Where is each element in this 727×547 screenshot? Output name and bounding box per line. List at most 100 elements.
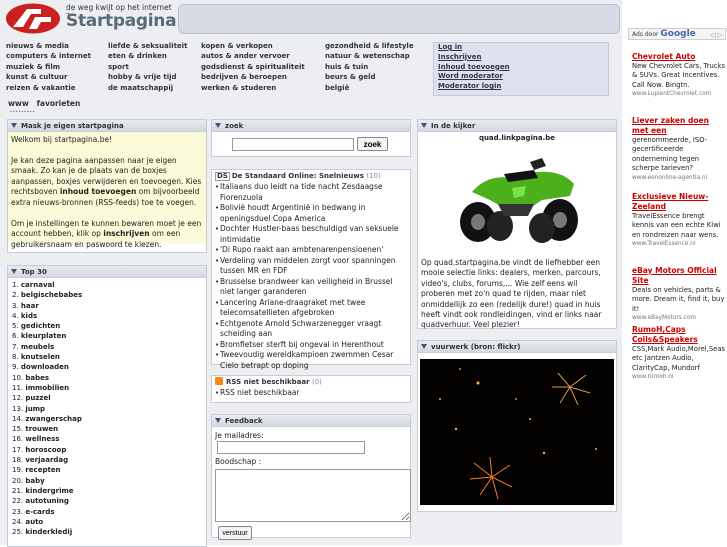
top30-link[interactable]: recepten: [25, 466, 60, 474]
news-item[interactable]: Dochter Hustler-baas beschuldigd van sek…: [215, 224, 406, 245]
ad-title[interactable]: Exclusieve Nieuw-Zeeland: [632, 192, 726, 212]
ad-title[interactable]: Liever zaken doen met een: [632, 116, 726, 136]
register-link[interactable]: Inschrijven: [434, 53, 608, 63]
category-link[interactable]: computers & internet: [6, 51, 91, 61]
top30-link[interactable]: baby: [25, 477, 44, 485]
category-link[interactable]: liefde & seksualiteit: [108, 41, 187, 51]
top30-link[interactable]: gedichten: [21, 322, 60, 330]
spotlight-subtitle[interactable]: quad.linkpagina.be: [418, 134, 616, 142]
top30-link[interactable]: meubels: [21, 343, 54, 351]
login-link[interactable]: Log in: [434, 43, 608, 53]
top30-link[interactable]: kids: [21, 312, 37, 320]
ad-title[interactable]: eBay Motors Official Site: [632, 266, 726, 286]
top30-item[interactable]: 3. haar: [12, 301, 206, 311]
ad-title[interactable]: Chevrolet Auto: [632, 52, 726, 62]
top30-link[interactable]: kinderkledij: [25, 528, 72, 536]
top30-link[interactable]: horoscoop: [25, 446, 66, 454]
add-content-link[interactable]: Inhoud toevoegen: [434, 63, 608, 73]
google-logo[interactable]: Google: [660, 29, 695, 39]
ad-item[interactable]: RumoH,Caps Coils&Speakers CSS,Mark Audio…: [632, 325, 726, 382]
top30-link[interactable]: belgischebabes: [21, 291, 82, 299]
news-item[interactable]: Italiaans duo leidt na tide nacht Zesdaa…: [215, 182, 406, 203]
top30-item[interactable]: 8. knutselen: [12, 352, 206, 362]
top30-item[interactable]: 20. baby: [12, 476, 206, 486]
top30-link[interactable]: zwangerschap: [25, 415, 82, 423]
search-button[interactable]: zoek: [357, 137, 388, 151]
category-link[interactable]: gezondheid & lifestyle: [325, 41, 414, 51]
collapse-icon[interactable]: [421, 123, 427, 128]
category-link[interactable]: de maatschappij: [108, 83, 187, 93]
ad-url[interactable]: www.TravelEssence.nl: [632, 240, 726, 249]
ad-item[interactable]: eBay Motors Official Site Deals on vehic…: [632, 266, 726, 323]
category-link[interactable]: bedrijven & beroepen: [201, 72, 305, 82]
top30-link[interactable]: verjaardag: [25, 456, 68, 464]
category-link[interactable]: godsdienst & spiritualiteit: [201, 62, 305, 72]
top30-link[interactable]: babes: [25, 374, 49, 382]
category-link[interactable]: huis & tuin: [325, 62, 414, 72]
top30-link[interactable]: haar: [21, 302, 39, 310]
category-link[interactable]: eten & drinken: [108, 51, 187, 61]
ad-url[interactable]: www.eenonline-agentia.nl: [632, 174, 726, 183]
panel-header[interactable]: Feedback: [212, 415, 410, 427]
top30-item[interactable]: 9. downloaden: [12, 362, 206, 372]
top30-item[interactable]: 19. recepten: [12, 465, 206, 475]
top30-link[interactable]: autotuning: [25, 497, 69, 505]
panel-header[interactable]: Top 30: [8, 266, 206, 278]
search-input[interactable]: [232, 137, 354, 151]
category-link[interactable]: kopen & verkopen: [201, 41, 305, 51]
quad-image[interactable]: [442, 144, 592, 252]
top30-link[interactable]: downloaden: [21, 363, 69, 371]
top30-link[interactable]: carnaval: [21, 281, 55, 289]
news-item[interactable]: Bromfietser sterft bij ongeval in Herent…: [215, 340, 406, 351]
top30-link[interactable]: e-cards: [25, 508, 54, 516]
news-item[interactable]: Verdeling van middelen zorgt voor spanni…: [215, 256, 406, 277]
category-link[interactable]: hobby & vrije tijd: [108, 72, 187, 82]
category-link[interactable]: sport: [108, 62, 187, 72]
top30-link[interactable]: kindergrime: [25, 487, 73, 495]
collapse-icon[interactable]: [215, 123, 221, 128]
panel-header[interactable]: vuurwerk (bron: flickr): [418, 341, 616, 353]
news-item[interactable]: Bolivië houdt Argentinië in bedwang in o…: [215, 203, 406, 224]
category-link[interactable]: nieuws & media: [6, 41, 91, 51]
category-link[interactable]: autos & ander vervoer: [201, 51, 305, 61]
top30-item[interactable]: 6. kleurplaten: [12, 331, 206, 341]
moderator-login-link[interactable]: Moderator login: [434, 82, 608, 92]
top30-item[interactable]: 15. trouwen: [12, 424, 206, 434]
register-inline-link[interactable]: inschrijven: [103, 229, 149, 238]
top30-link[interactable]: jump: [25, 405, 45, 413]
news-item[interactable]: Tweevoudig wereldkampioen zwemmen Cesar …: [215, 350, 406, 371]
ads-nav-arrows-icon[interactable]: ◁ ▷: [710, 30, 723, 41]
category-link[interactable]: kunst & cultuur: [6, 72, 91, 82]
ad-url[interactable]: www.rumoh.nl: [632, 373, 726, 382]
category-link[interactable]: natuur & wetenschap: [325, 51, 414, 61]
collapse-icon[interactable]: [11, 123, 17, 128]
category-link[interactable]: reizen & vakantie: [6, 83, 91, 93]
top30-item[interactable]: 7. meubels: [12, 342, 206, 352]
become-moderator-link[interactable]: Word moderator: [434, 72, 608, 82]
category-link[interactable]: beurs & geld: [325, 72, 414, 82]
top30-item[interactable]: 17. horoscoop: [12, 445, 206, 455]
favorites-bar[interactable]: www favorieten .........: [8, 99, 80, 114]
top30-item[interactable]: 11. immobilien: [12, 383, 206, 393]
category-link[interactable]: belgië: [325, 83, 414, 93]
news-item[interactable]: Lancering Ariane-draagraket met twee tel…: [215, 298, 406, 319]
collapse-icon[interactable]: [215, 418, 221, 423]
top30-link[interactable]: kleurplaten: [21, 332, 66, 340]
collapse-icon[interactable]: [11, 269, 17, 274]
add-content-inline-link[interactable]: inhoud toevoegen: [60, 187, 136, 196]
top30-item[interactable]: 5. gedichten: [12, 321, 206, 331]
ad-item[interactable]: Exclusieve Nieuw-Zeeland TravelEssence b…: [632, 192, 726, 249]
panel-header[interactable]: RSS niet beschikbaar (0): [212, 376, 410, 388]
top30-link[interactable]: knutselen: [21, 353, 60, 361]
top30-link[interactable]: auto: [25, 518, 43, 526]
top30-item[interactable]: 16. wellness: [12, 434, 206, 444]
panel-header[interactable]: zoek: [212, 120, 410, 132]
ad-title[interactable]: RumoH,Caps Coils&Speakers: [632, 325, 726, 345]
logo[interactable]: de weg kwijt op het internet ? Startpagi…: [5, 3, 206, 34]
top30-item[interactable]: 12. puzzel: [12, 393, 206, 403]
top30-item[interactable]: 24. auto: [12, 517, 206, 527]
top30-item[interactable]: 18. verjaardag: [12, 455, 206, 465]
top30-link[interactable]: immobilien: [25, 384, 69, 392]
top30-link[interactable]: wellness: [25, 435, 59, 443]
ad-url[interactable]: www.LupientChevrolet.com: [632, 90, 726, 99]
